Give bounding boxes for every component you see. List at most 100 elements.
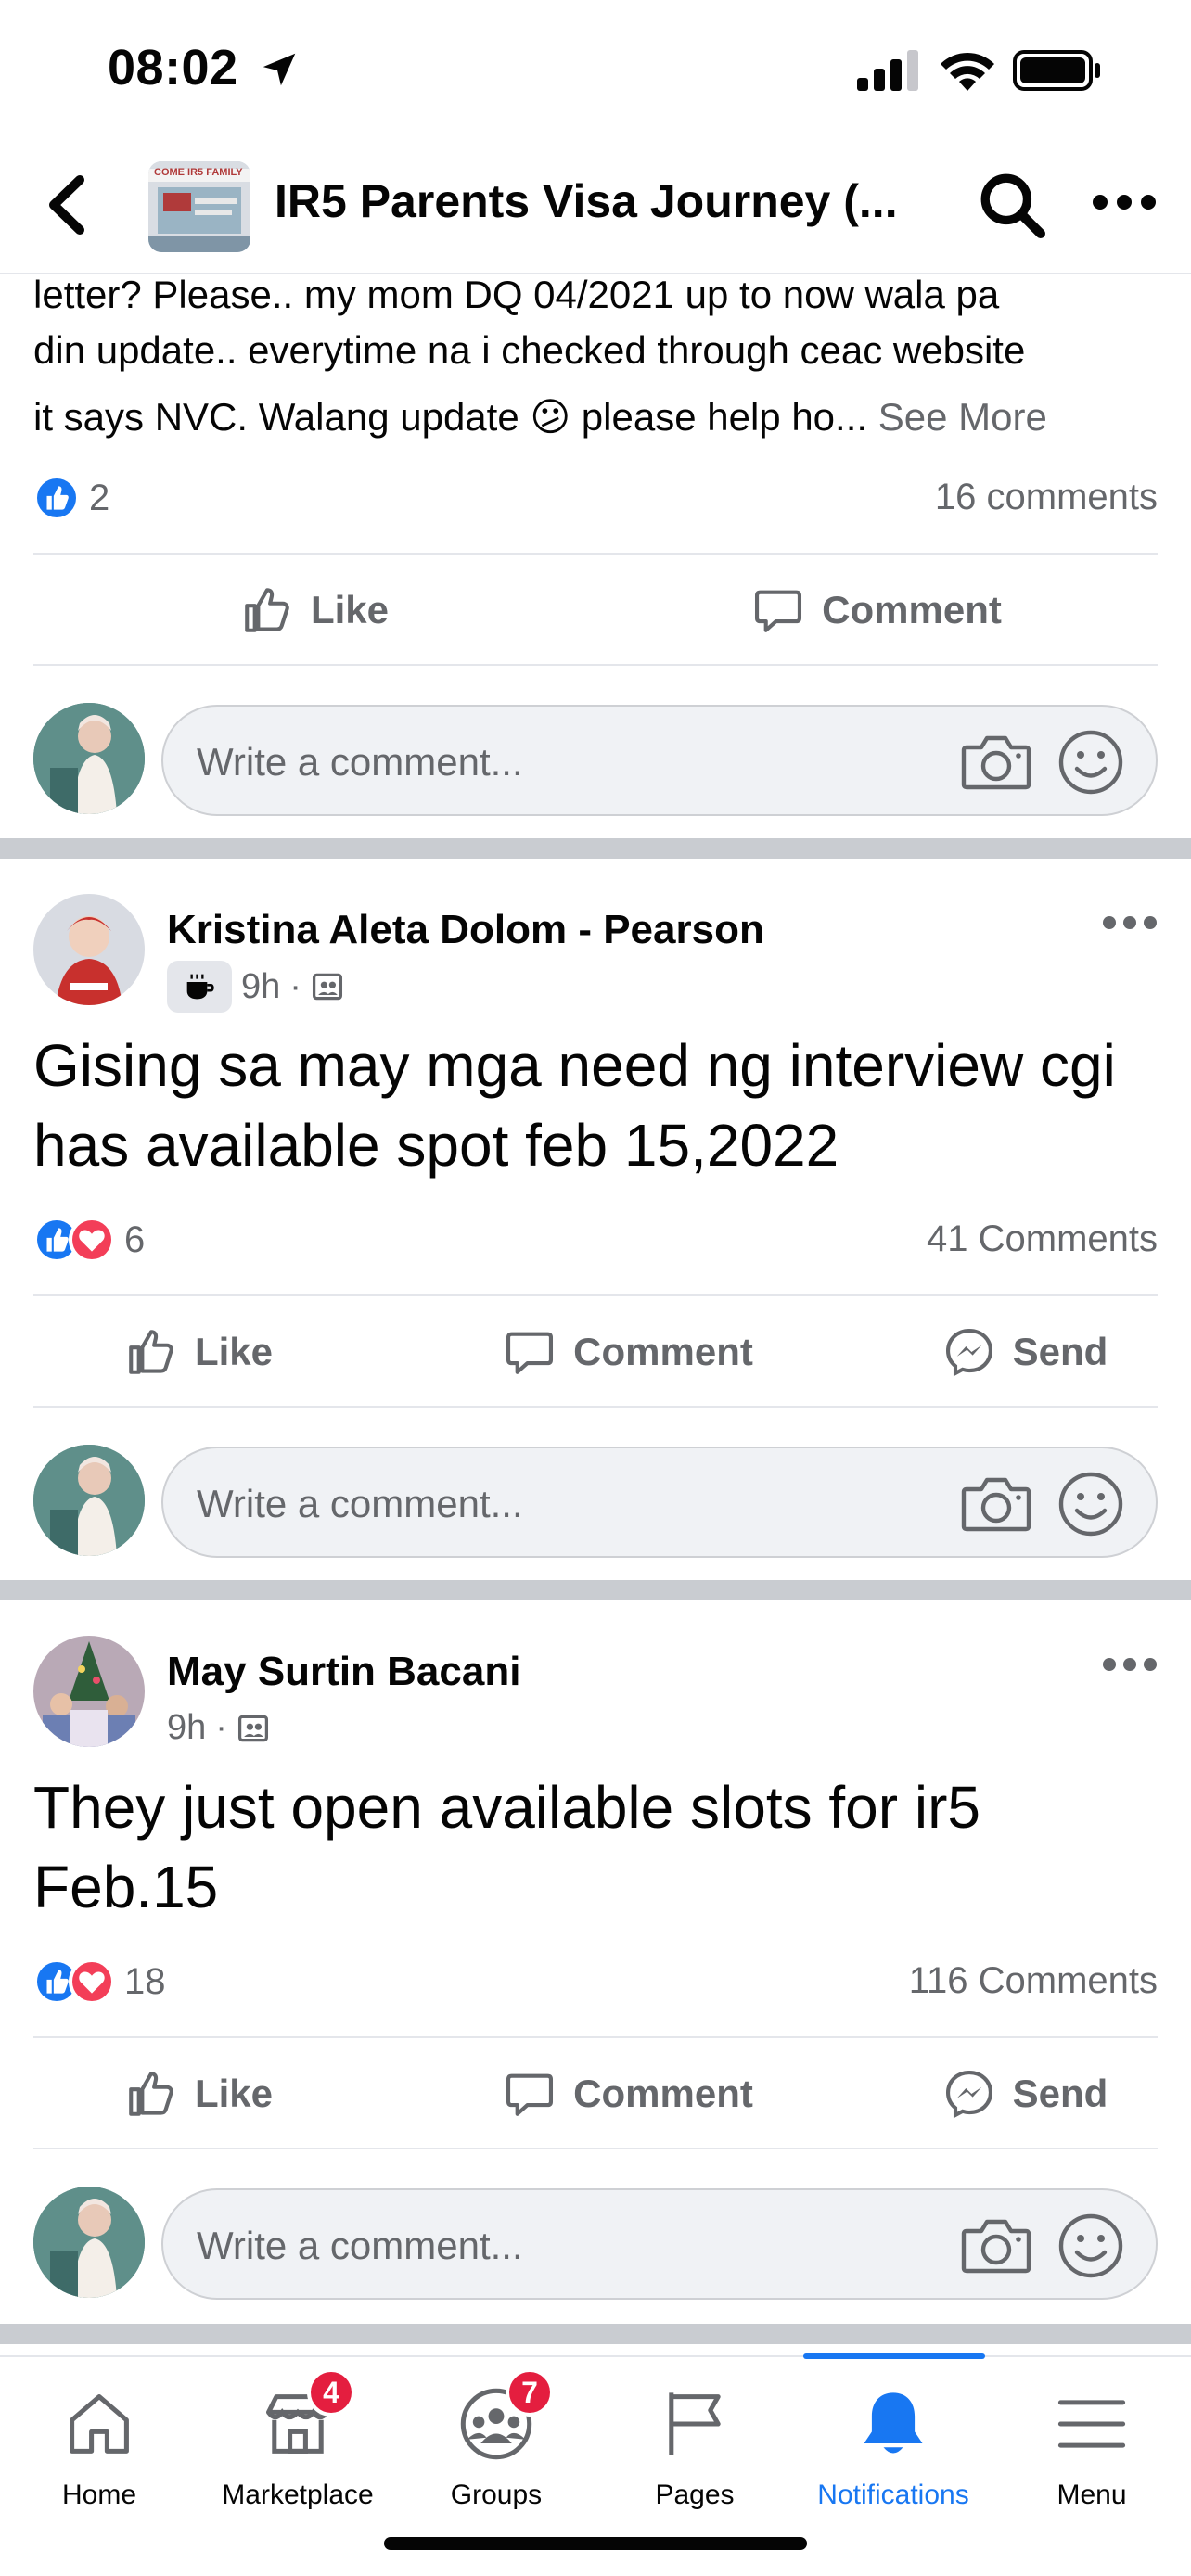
send-button[interactable]: Send [892,1325,1158,1379]
comments-count[interactable]: 116 Comments [909,1960,1158,2002]
tab-marketplace[interactable]: 4 Marketplace [198,2357,397,2524]
home-indicator[interactable] [384,2537,807,2550]
see-more-link[interactable]: See More [878,395,1047,439]
comment-bubble-icon [506,1332,554,1374]
reaction-count: 18 [124,1960,166,2002]
comment-label: Comment [573,1330,753,1373]
comment-bubble-icon [506,2073,554,2116]
post-separator [0,2324,1191,2344]
tab-groups[interactable]: 7 Groups [397,2357,596,2524]
comment-placeholder: Write a comment... [197,2224,523,2267]
meta-dot: · [289,966,301,1006]
cellular-signal-icon [857,50,918,91]
post-body-text: letter? Please.. my mom DQ 04/2021 up to… [33,267,1165,445]
comments-count[interactable]: 16 comments [935,477,1158,518]
thumbs-up-icon [129,2072,173,2116]
pages-flag-icon [669,2392,721,2455]
post-time[interactable]: 9h [241,967,280,1007]
author-avatar[interactable] [33,894,145,1005]
camera-icon[interactable] [961,2214,1031,2276]
comment-button[interactable]: Comment [596,583,1158,637]
post-actions: Like Comment [33,556,1158,664]
group-title[interactable]: IR5 Parents Visa Journey (... [275,174,898,228]
status-bar: 08:02 [0,0,1191,139]
emoji-smiley-icon[interactable] [1057,2213,1124,2279]
group-cover-text: COME IR5 FAMILY [154,167,243,178]
post-author-name[interactable]: May Surtin Bacani [167,1649,520,1695]
my-avatar[interactable] [33,1445,145,1556]
send-label: Send [1012,1330,1108,1373]
more-options-icon[interactable] [1091,184,1158,221]
battery-icon [1013,50,1100,91]
divider [33,2148,1158,2149]
reaction-summary[interactable]: 6 41 Comments [33,1217,1158,1267]
post-body-text: They just open available slots for ir5 F… [33,1774,980,1920]
messenger-icon [945,1328,992,1377]
post-body-text: Gising sa may mga need ng interview cgi … [33,1032,1116,1179]
comment-input[interactable]: Write a comment... [161,2188,1158,2300]
reaction-summary[interactable]: 18 116 Comments [33,1958,1158,2009]
back-arrow-icon[interactable] [39,172,95,237]
tab-label: Pages [655,2480,735,2510]
like-label: Like [310,588,390,631]
write-comment-row: Write a comment... [33,703,1158,818]
send-button[interactable]: Send [892,2067,1158,2121]
notification-badge: 4 [307,2368,355,2417]
write-comment-row: Write a comment... [33,2187,1158,2302]
reaction-count: 6 [124,1218,146,1260]
write-comment-row: Write a comment... [33,1445,1158,1560]
tab-menu[interactable]: Menu [992,2357,1191,2524]
meta-dot: · [215,1708,227,1747]
divider [33,1406,1158,1408]
emoji-smiley-icon[interactable] [1057,1471,1124,1537]
comments-count[interactable]: 41 Comments [927,1218,1158,1260]
camera-icon[interactable] [961,1473,1031,1534]
send-label: Send [1012,2072,1108,2115]
reaction-summary[interactable]: 2 16 comments [33,475,1158,525]
post-more-options-icon[interactable] [1102,1651,1158,1678]
post-separator [0,838,1191,859]
my-avatar[interactable] [33,2187,145,2298]
coffee-badge-icon [167,961,232,1013]
post-time[interactable]: 9h [167,1708,206,1748]
post-meta: 9h · [167,961,344,1013]
status-time: 08:02 [108,40,238,96]
search-icon[interactable] [978,171,1046,239]
comment-button[interactable]: Comment [364,1325,892,1379]
comment-placeholder: Write a comment... [197,740,523,784]
divider [33,2036,1158,2038]
comment-input[interactable]: Write a comment... [161,1447,1158,1558]
comment-button[interactable]: Comment [364,2067,892,2121]
tab-label: Groups [450,2480,543,2510]
emoji-smiley-icon[interactable] [1057,729,1124,796]
like-label: Like [194,1330,274,1373]
post-separator [0,1580,1191,1600]
comment-placeholder: Write a comment... [197,1482,523,1525]
author-avatar[interactable] [33,1636,145,1747]
tab-home[interactable]: Home [0,2357,198,2524]
post-text-line: it says NVC. Walang update 😕 please help… [33,395,868,439]
my-avatar[interactable] [33,703,145,814]
tab-label: Home [61,2480,137,2510]
tab-notifications[interactable]: Notifications [794,2357,992,2524]
like-button[interactable]: Like [33,2067,364,2121]
comment-label: Comment [822,588,1002,631]
tab-label: Notifications [817,2480,969,2510]
reaction-count: 2 [89,477,110,518]
group-members-icon [312,973,342,1001]
camera-icon[interactable] [961,731,1031,792]
post-more-options-icon[interactable] [1102,909,1158,937]
post-author-name[interactable]: Kristina Aleta Dolom - Pearson [167,907,764,953]
wifi-icon [941,52,994,91]
like-button[interactable]: Like [33,1325,364,1379]
comment-input[interactable]: Write a comment... [161,705,1158,816]
love-reaction-icon [69,1217,115,1263]
like-label: Like [194,2072,274,2115]
comment-label: Comment [573,2072,753,2115]
like-button[interactable]: Like [33,583,596,637]
group-cover-thumbnail[interactable]: COME IR5 FAMILY [148,161,250,252]
like-reaction-icon [33,475,80,521]
tab-pages[interactable]: Pages [596,2357,794,2524]
bell-icon [864,2392,923,2454]
group-members-icon [237,1715,268,1741]
